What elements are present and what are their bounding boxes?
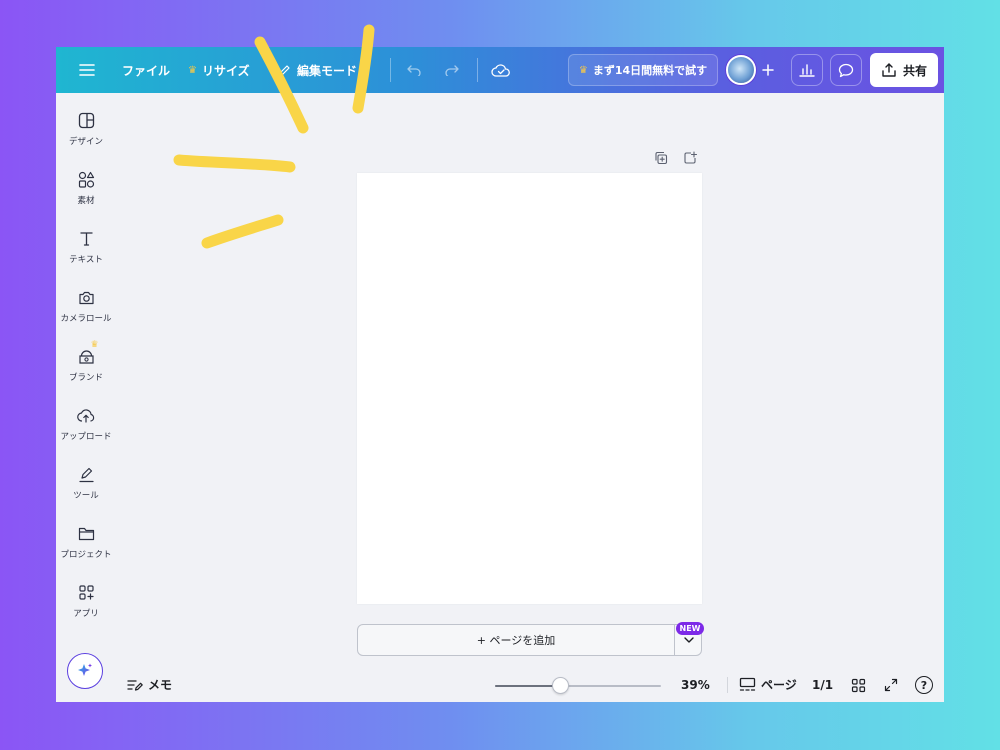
sidebar-item-camera-roll[interactable]: カメラロール	[56, 289, 116, 324]
sidebar: デザイン 素材 テキスト カメラロール ♛ ブランド アップロード ツール プロ…	[56, 93, 116, 702]
crown-icon: ♛	[90, 340, 99, 350]
page-count: 1/1	[812, 678, 834, 692]
free-trial-label: まず14日間無料で試す	[592, 64, 708, 77]
pages-label: ページ	[761, 678, 797, 692]
sidebar-item-projects[interactable]: プロジェクト	[56, 525, 116, 560]
zoom-slider[interactable]	[495, 677, 661, 694]
design-icon	[78, 112, 95, 129]
sidebar-item-apps[interactable]: アプリ	[56, 584, 116, 619]
sidebar-item-label: 素材	[77, 196, 95, 206]
folder-icon	[78, 525, 95, 542]
redo-icon[interactable]	[440, 47, 464, 93]
sidebar-item-label: アプリ	[73, 609, 99, 619]
fullscreen-icon[interactable]	[884, 678, 898, 692]
pencil-icon	[278, 64, 291, 77]
resize-label: リサイズ	[201, 63, 250, 78]
undo-icon[interactable]	[402, 47, 426, 93]
sidebar-item-design[interactable]: デザイン	[56, 112, 116, 147]
upload-icon	[77, 407, 95, 424]
pages-icon	[739, 677, 756, 693]
magic-assistant-button[interactable]	[67, 653, 103, 689]
pages-button[interactable]: ページ	[739, 676, 797, 693]
apps-icon	[78, 584, 95, 601]
top-toolbar: ファイル ♛ リサイズ 編集モード ♛ まず14日間無料で試す 共有	[56, 47, 944, 93]
free-trial-button[interactable]: ♛ まず14日間無料で試す	[568, 54, 718, 86]
avatar[interactable]	[726, 55, 756, 85]
menu-icon[interactable]	[74, 47, 100, 93]
add-collaborator-button[interactable]	[753, 54, 783, 86]
notes-icon	[127, 678, 143, 692]
sidebar-item-label: デザイン	[68, 137, 103, 147]
notes-button[interactable]: メモ	[127, 676, 172, 693]
sidebar-item-tools[interactable]: ツール	[56, 466, 116, 501]
sidebar-item-elements[interactable]: 素材	[56, 171, 116, 206]
duplicate-page-icon[interactable]	[654, 150, 668, 169]
sidebar-item-uploads[interactable]: アップロード	[56, 407, 116, 442]
zoom-slider-fill	[495, 685, 560, 687]
zoom-slider-handle[interactable]	[551, 677, 569, 694]
brand-icon: ♛	[78, 340, 99, 365]
crown-icon: ♛	[578, 64, 588, 76]
insights-button[interactable]	[791, 54, 823, 86]
add-page-button[interactable]: + ページを追加	[357, 624, 702, 656]
share-label: 共有	[902, 63, 927, 78]
sidebar-item-label: プロジェクト	[60, 550, 112, 560]
divider	[727, 677, 728, 693]
add-page-label: + ページを追加	[476, 634, 556, 647]
sidebar-item-label: ブランド	[68, 373, 103, 383]
cloud-saved-icon[interactable]	[488, 47, 514, 93]
comments-button[interactable]	[830, 54, 862, 86]
sidebar-item-label: カメラロール	[60, 314, 112, 324]
camera-icon	[78, 289, 95, 306]
edit-mode-label: 編集モード	[297, 63, 358, 78]
comment-icon	[838, 63, 854, 78]
divider	[477, 58, 478, 82]
new-badge: NEW	[676, 622, 704, 635]
sidebar-item-label: テキスト	[69, 255, 103, 265]
edit-mode-menu[interactable]: 編集モード	[278, 47, 357, 93]
notes-label: メモ	[148, 678, 173, 692]
divider	[390, 58, 391, 82]
bar-chart-icon	[799, 63, 815, 77]
add-page-icon[interactable]	[683, 150, 698, 169]
sidebar-item-label: アップロード	[60, 432, 112, 442]
file-menu[interactable]: ファイル	[122, 47, 170, 93]
tools-icon	[78, 466, 95, 483]
text-icon	[78, 230, 95, 247]
zoom-level[interactable]: 39%	[681, 678, 710, 692]
resize-menu[interactable]: ♛ リサイズ	[188, 47, 250, 93]
elements-icon	[78, 171, 95, 188]
upload-share-icon	[881, 62, 897, 78]
crown-icon: ♛	[188, 64, 197, 76]
sparkle-icon	[76, 662, 94, 680]
help-button[interactable]: ?	[915, 676, 933, 694]
design-page[interactable]	[357, 173, 702, 604]
editor-window: ファイル ♛ リサイズ 編集モード ♛ まず14日間無料で試す 共有 デザイン …	[56, 47, 944, 702]
sidebar-item-brand[interactable]: ♛ ブランド	[56, 340, 116, 383]
grid-view-icon[interactable]	[851, 678, 866, 693]
sidebar-item-label: ツール	[73, 491, 99, 501]
sidebar-item-text[interactable]: テキスト	[56, 230, 116, 265]
share-button[interactable]: 共有	[870, 53, 938, 87]
